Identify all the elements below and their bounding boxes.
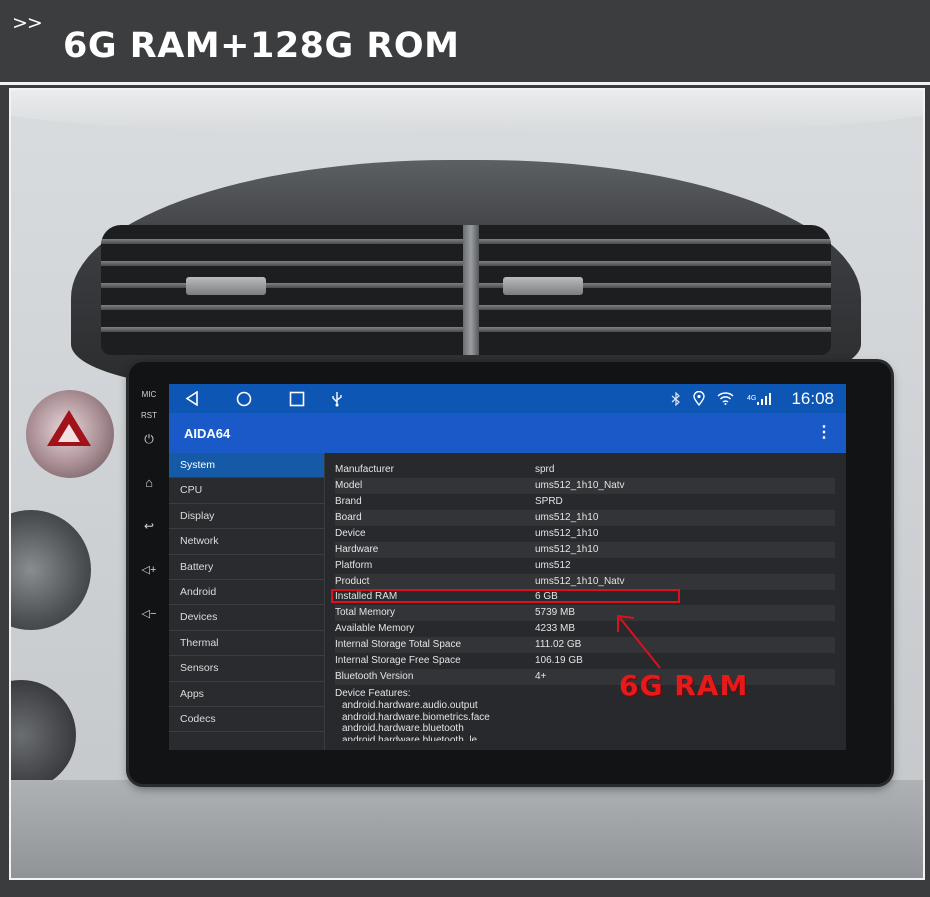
info-row: Bluetooth Version 4+ xyxy=(335,669,835,685)
bluetooth-icon xyxy=(671,392,680,406)
info-key: Internal Storage Total Space xyxy=(335,639,462,650)
header-banner: >> 6G RAM+128G ROM xyxy=(0,0,930,85)
sidebar-item-apps[interactable]: Apps xyxy=(169,682,324,707)
category-sidebar: System CPU Display Network Battery Andro… xyxy=(169,453,325,750)
clock: 16:08 xyxy=(791,389,834,408)
location-icon xyxy=(693,391,705,406)
info-key: Manufacturer xyxy=(335,464,394,475)
overflow-menu-icon[interactable]: ⋮ xyxy=(816,422,832,442)
sidebar-item-sensors[interactable]: Sensors xyxy=(169,656,324,682)
sidebar-item-display[interactable]: Display xyxy=(169,504,324,530)
device-features: Device Features: android.hardware.audio.… xyxy=(335,688,490,741)
volume-up-icon[interactable]: ◁+ xyxy=(137,563,161,576)
sidebar-item-battery[interactable]: Battery xyxy=(169,555,324,580)
back-icon[interactable]: ↩ xyxy=(137,519,161,533)
info-key: Total Memory xyxy=(335,607,396,618)
info-key: Model xyxy=(335,480,363,491)
info-value: ums512_1h10 xyxy=(535,512,599,523)
annotation-label: 6G RAM xyxy=(619,669,749,702)
info-key: Available Memory xyxy=(335,623,415,634)
info-value: 111.02 GB xyxy=(535,639,582,650)
info-value: ums512_1h10 xyxy=(535,528,599,539)
info-value: ums512_1h10_Natv xyxy=(535,480,625,491)
app-title: AIDA64 xyxy=(184,426,231,441)
info-row: Device ums512_1h10 xyxy=(335,526,835,542)
feature-item: android.hardware.bluetooth xyxy=(342,723,464,735)
mic-label: MIC xyxy=(141,390,157,399)
signal-icon xyxy=(757,393,771,405)
info-key: Hardware xyxy=(335,544,379,555)
info-row: Hardware ums512_1h10 xyxy=(335,542,835,558)
info-key: Device xyxy=(335,528,366,539)
installed-ram-highlight-box xyxy=(331,589,680,603)
info-row: Board ums512_1h10 xyxy=(335,510,835,526)
feature-item: android.hardware.biometrics.face xyxy=(342,711,490,723)
sidebar-item-system[interactable]: System xyxy=(169,453,324,479)
wifi-icon xyxy=(717,392,734,405)
features-label: Device Features: xyxy=(335,688,411,699)
info-row: Available Memory 4233 MB xyxy=(335,621,835,637)
info-row: Brand SPRD xyxy=(335,494,835,510)
info-value: SPRD xyxy=(535,496,563,507)
power-icon[interactable]: ⏻ xyxy=(137,432,161,447)
network-label: 4G xyxy=(747,395,757,402)
banner-arrows: >> xyxy=(12,12,43,34)
sidebar-item-cpu[interactable]: CPU xyxy=(169,478,324,504)
dashboard-photo: MIC RST ⏻ ⌂ ↩ ◁+ ◁− 4G 16:08 AIDA64 ⋮ Sy… xyxy=(9,88,925,880)
annotation-arrow-icon xyxy=(617,614,661,669)
info-key: Product xyxy=(335,576,370,587)
info-value: sprd xyxy=(535,464,555,475)
system-info-panel[interactable]: Manufacturer sprd Model ums512_1h10_Natv B… xyxy=(325,453,846,750)
sidebar-item-thermal[interactable]: Thermal xyxy=(169,631,324,657)
dashboard-bottom xyxy=(11,780,923,878)
back-nav-icon[interactable] xyxy=(185,391,199,406)
climate-dial xyxy=(11,510,91,630)
info-row: Manufacturer sprd xyxy=(335,462,835,478)
info-row: Platform ums512 xyxy=(335,558,835,574)
sidebar-item-android[interactable]: Android xyxy=(169,580,324,606)
info-value: ums512_1h10_Natv xyxy=(535,576,625,587)
head-unit: MIC RST ⏻ ⌂ ↩ ◁+ ◁− 4G 16:08 AIDA64 ⋮ Sy… xyxy=(129,362,891,784)
climate-dial-lower xyxy=(11,680,76,790)
vent-divider xyxy=(463,225,479,355)
recents-nav-icon[interactable] xyxy=(289,391,305,407)
info-row: Internal Storage Total Space 111.02 GB xyxy=(335,637,835,653)
vent-knob-right xyxy=(503,277,583,295)
info-value: 4233 MB xyxy=(535,623,576,634)
home-icon[interactable]: ⌂ xyxy=(137,475,161,490)
info-value: ums512_1h10 xyxy=(535,544,599,555)
info-key: Brand xyxy=(335,496,362,507)
air-vents xyxy=(101,225,831,355)
info-value: 5739 MB xyxy=(535,607,576,618)
info-row: Internal Storage Free Space 106.19 GB xyxy=(335,653,835,669)
usb-icon xyxy=(332,392,342,407)
banner-title: 6G RAM+128G ROM xyxy=(63,26,460,66)
info-key: Platform xyxy=(335,560,373,571)
info-row: Model ums512_1h10_Natv xyxy=(335,478,835,494)
info-value: 4+ xyxy=(535,671,547,682)
volume-down-icon[interactable]: ◁− xyxy=(137,607,161,620)
head-unit-side-buttons: MIC RST ⏻ ⌂ ↩ ◁+ ◁− xyxy=(129,362,169,784)
feature-item: android.hardware.bluetooth_le xyxy=(342,735,478,742)
reset-button[interactable]: RST xyxy=(137,411,161,420)
sidebar-item-devices[interactable]: Devices xyxy=(169,605,324,631)
info-row: Product ums512_1h10_Natv xyxy=(335,574,835,590)
app-bar: AIDA64 ⋮ xyxy=(169,413,846,453)
info-key: Bluetooth Version xyxy=(335,671,414,682)
dashboard-top xyxy=(11,90,923,135)
status-bar: 4G 16:08 xyxy=(169,384,846,413)
info-value: 106.19 GB xyxy=(535,655,583,666)
vent-knob-left xyxy=(186,277,266,295)
info-value: ums512 xyxy=(535,560,571,571)
feature-item: android.hardware.audio.output xyxy=(342,699,478,711)
info-key: Internal Storage Free Space xyxy=(335,655,461,666)
info-key: Board xyxy=(335,512,362,523)
sidebar-item-network[interactable]: Network xyxy=(169,529,324,555)
sidebar-item-codecs[interactable]: Codecs xyxy=(169,707,324,733)
home-nav-icon[interactable] xyxy=(236,391,252,407)
info-row: Total Memory 5739 MB xyxy=(335,605,835,621)
